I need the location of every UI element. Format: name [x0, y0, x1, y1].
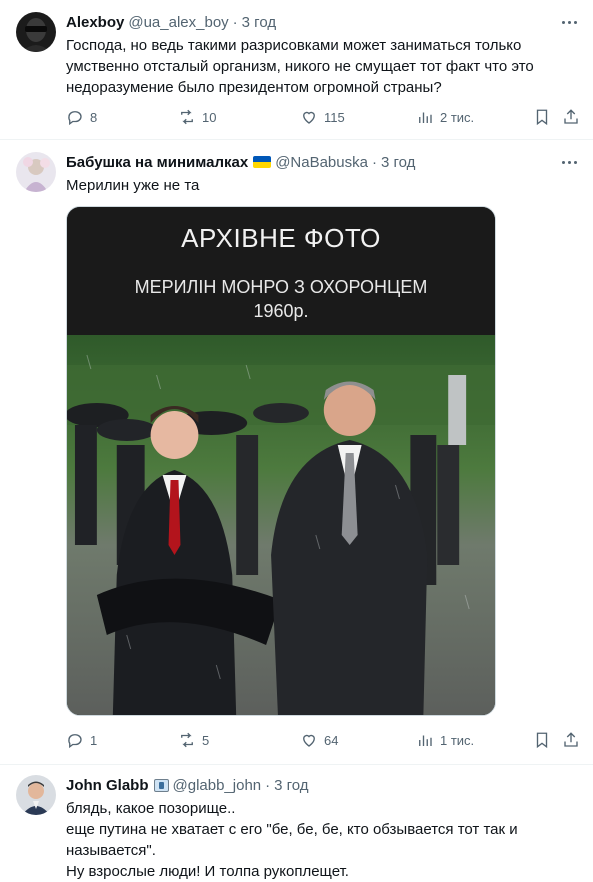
- reply-count: 8: [90, 109, 98, 125]
- views-button[interactable]: 1 тис.: [416, 730, 474, 750]
- display-name[interactable]: Бабушка на минималках: [66, 154, 248, 171]
- more-options-button[interactable]: [559, 12, 579, 32]
- reply-icon: [68, 111, 82, 126]
- heart-icon: [303, 111, 315, 124]
- avatar[interactable]: [16, 152, 56, 192]
- separator-dot: ·: [265, 776, 271, 794]
- action-bar: 8 10 115 2 тис.: [66, 107, 581, 127]
- reply-button[interactable]: 8: [66, 107, 97, 127]
- like-button[interactable]: 115: [300, 107, 345, 127]
- share-button[interactable]: [562, 107, 580, 127]
- repost-icon: [181, 109, 193, 125]
- image-caption-line: МЕРИЛІН МОНРО З ОХОРОНЦЕМ: [134, 277, 428, 297]
- post-time[interactable]: 3 год: [381, 154, 415, 171]
- post-text-line: Мерилин уже не та: [66, 177, 200, 194]
- bookmark-icon: [536, 109, 548, 126]
- more-options-button[interactable]: [559, 152, 579, 172]
- repost-count: 10: [202, 109, 217, 125]
- views-button[interactable]: 2 тис.: [416, 107, 474, 127]
- author-line: Бабушка на минималках @NaBabuska · 3 год: [66, 152, 415, 172]
- post-text-line: еще путина не хватает с его "бе, бе, бе,…: [66, 821, 518, 859]
- post-time[interactable]: 3 год: [274, 777, 308, 794]
- ukraine-flag-icon: [253, 156, 272, 168]
- post-time[interactable]: 3 год: [242, 14, 276, 31]
- like-count: 64: [324, 732, 339, 748]
- views-count: 2 тис.: [440, 109, 475, 125]
- like-button[interactable]: 64: [300, 730, 338, 750]
- views-icon: [419, 735, 432, 746]
- bookmark-button[interactable]: [533, 107, 551, 127]
- image-caption-line: 1960р.: [253, 301, 309, 321]
- share-button[interactable]: [562, 730, 580, 750]
- bookmark-button[interactable]: [533, 730, 551, 750]
- reply-button[interactable]: 1: [66, 730, 97, 750]
- post-text: Мерилин уже не та: [66, 175, 566, 196]
- reply-count: 1: [90, 732, 98, 748]
- image-caption-subtitle: МЕРИЛІН МОНРО З ОХОРОНЦЕМ 1960р.: [67, 275, 495, 323]
- separator-dot: ·: [371, 153, 377, 171]
- share-icon: [564, 109, 578, 124]
- repost-icon: [181, 732, 193, 748]
- post-text: блядь, какое позорище.. еще путина не хв…: [66, 798, 566, 882]
- repost-count: 5: [202, 732, 210, 748]
- bookmark-icon: [536, 732, 548, 749]
- action-bar: 1 5 64 1 тис.: [66, 730, 581, 750]
- separator-dot: ·: [232, 13, 238, 31]
- like-count: 115: [324, 109, 345, 125]
- repost-button[interactable]: 10: [178, 107, 216, 127]
- repost-button[interactable]: 5: [178, 730, 209, 750]
- image-caption-area: АРХІВНЕ ФОТО МЕРИЛІН МОНРО З ОХОРОНЦЕМ 1…: [67, 207, 495, 335]
- more-icon: [561, 160, 565, 164]
- post-nababuska[interactable]: Бабушка на минималках @NaBabuska · 3 год…: [0, 140, 593, 765]
- reply-icon: [68, 734, 82, 749]
- author-line: John Glabb @glabb_john · 3 год: [66, 775, 309, 795]
- post-alexboy[interactable]: Alexboy @ua_alex_boy · 3 год Господа, но…: [0, 0, 593, 140]
- user-handle[interactable]: @ua_alex_boy: [128, 14, 228, 31]
- post-text-line: блядь, какое позорище..: [66, 800, 236, 817]
- heart-icon: [303, 734, 315, 747]
- author-line: Alexboy @ua_alex_boy · 3 год: [66, 12, 276, 32]
- image-caption-title: АРХІВНЕ ФОТО: [181, 223, 381, 253]
- views-count: 1 тис.: [440, 732, 475, 748]
- avatar[interactable]: [16, 12, 56, 52]
- user-handle[interactable]: @glabb_john: [173, 777, 262, 794]
- flag-badge-icon: [153, 778, 169, 792]
- display-name[interactable]: Alexboy: [66, 14, 124, 31]
- user-handle[interactable]: @NaBabuska: [275, 154, 368, 171]
- post-image[interactable]: АРХІВНЕ ФОТО МЕРИЛІН МОНРО З ОХОРОНЦЕМ 1…: [66, 206, 496, 716]
- share-icon: [564, 732, 578, 747]
- post-text: Господа, но ведь такими разрисовками мож…: [66, 35, 566, 98]
- avatar[interactable]: [16, 775, 56, 815]
- views-icon: [419, 112, 432, 123]
- post-glabb-john[interactable]: John Glabb @glabb_john · 3 год блядь, ка…: [0, 765, 593, 882]
- photo-scene: [67, 335, 495, 715]
- post-text-line: Ну взрослые люди! И толпа рукоплещет.: [66, 863, 349, 880]
- more-icon: [561, 20, 565, 24]
- display-name[interactable]: John Glabb: [66, 777, 149, 794]
- post-text-line: Господа, но ведь такими разрисовками мож…: [66, 37, 534, 96]
